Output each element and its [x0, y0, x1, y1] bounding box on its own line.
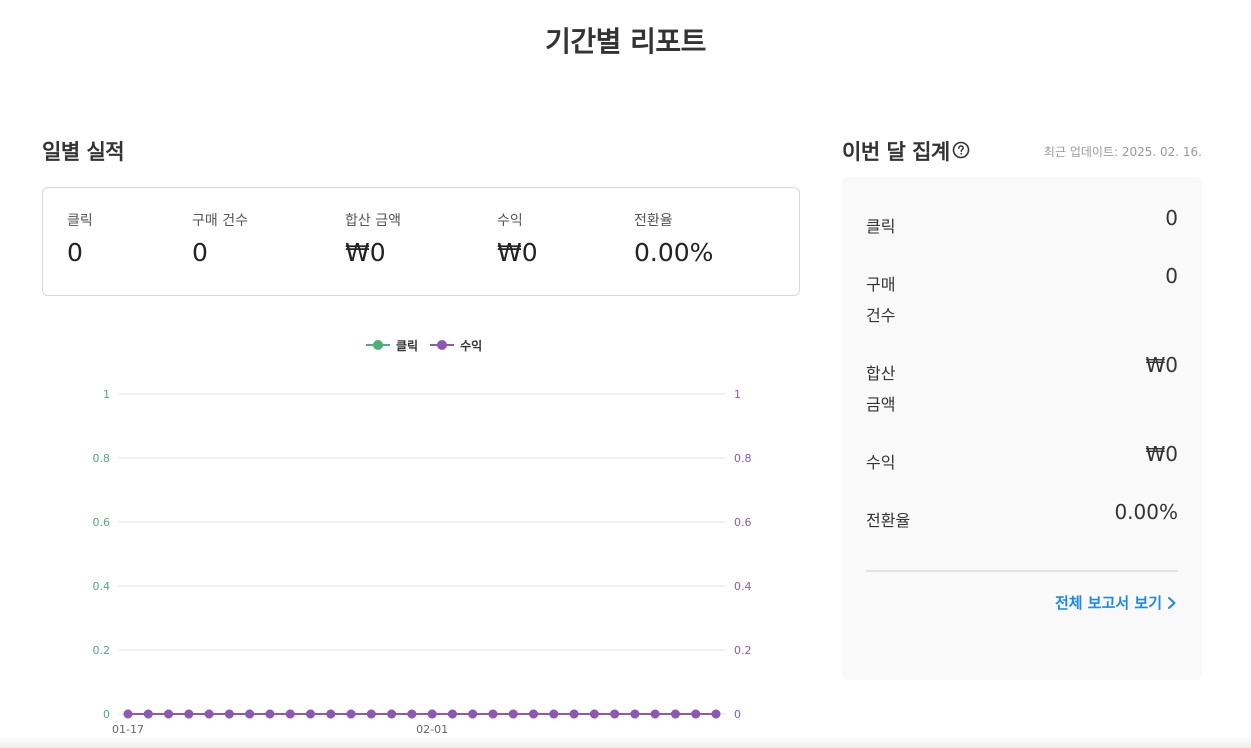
data-point-revenue [305, 709, 315, 719]
full-report-label: 전체 보고서 보기 [1054, 594, 1162, 612]
metric-conversion-rate: 전환율 0.00% [634, 210, 713, 267]
y-tick-label-right: 0.2 [734, 644, 752, 657]
page-title: 기간별 리포트 [545, 25, 706, 58]
metric-label: 클릭 [67, 213, 93, 229]
data-point-revenue [285, 709, 295, 719]
data-point-revenue [245, 709, 255, 719]
metric-revenue: 수익 ₩0 [497, 210, 538, 267]
metric-total-amount: 합산 금액 ₩0 [345, 210, 401, 267]
data-point-revenue [529, 709, 539, 719]
legend-item-revenue[interactable]: 수익 [430, 337, 482, 354]
legend-marker-clicks [366, 340, 390, 350]
summary-value: 0 [1165, 206, 1178, 230]
metric-clicks: 클릭 0 [67, 210, 93, 267]
data-point-revenue [670, 709, 680, 719]
data-point-revenue [123, 709, 133, 719]
data-point-revenue [184, 709, 194, 719]
legend-item-clicks[interactable]: 클릭 [366, 337, 418, 354]
metric-value: ₩0 [345, 238, 386, 267]
legend-label-revenue: 수익 [460, 338, 483, 353]
data-point-revenue [468, 709, 478, 719]
summary-label: 클릭 [866, 217, 896, 236]
monthly-summary-panel: 클릭 0 구매 건수 0 합산 금액 ₩0 수익 ₩0 전환율 0.00% 전체… [842, 177, 1202, 680]
data-point-revenue [366, 709, 376, 719]
data-point-revenue [204, 709, 214, 719]
data-point-revenue [488, 709, 498, 719]
metric-label: 합산 금액 [345, 213, 401, 229]
data-point-revenue [326, 709, 336, 719]
summary-value: 0.00% [1114, 500, 1178, 524]
data-point-revenue [549, 709, 559, 719]
y-tick-label-left: 0.8 [93, 452, 111, 465]
report-page: 기간별 리포트 일별 실적 클릭 0 구매 건수 0 합산 금액 ₩0 수익 ₩… [0, 0, 1251, 748]
last-updated-text: 최근 업데이트: 2025. 02. 16. [1043, 145, 1202, 159]
data-point-revenue [346, 709, 356, 719]
y-tick-label-left: 0.6 [93, 516, 111, 529]
summary-value: 0 [1165, 264, 1178, 288]
legend-marker-revenue [430, 340, 455, 350]
x-tick-label: 02-01 [416, 723, 448, 736]
y-tick-label-right: 1 [734, 388, 741, 401]
summary-value: ₩0 [1145, 442, 1179, 466]
data-point-revenue [650, 709, 660, 719]
summary-label: 전환율 [866, 511, 911, 530]
data-point-revenue [143, 709, 153, 719]
y-tick-label-left: 0.2 [93, 644, 111, 657]
metric-label: 구매 건수 [192, 213, 248, 229]
y-tick-label-left: 0 [103, 708, 110, 721]
data-point-revenue [164, 709, 174, 719]
metric-value: 0 [67, 238, 83, 267]
data-point-revenue [691, 709, 701, 719]
metric-purchases: 구매 건수 0 [192, 210, 248, 267]
y-tick-label-left: 0.4 [93, 580, 111, 593]
data-point-revenue [407, 709, 417, 719]
y-tick-label-right: 0.8 [734, 452, 752, 465]
summary-label: 합산 금액 [866, 364, 896, 414]
question-circle-icon[interactable] [952, 141, 970, 159]
data-point-revenue [569, 709, 579, 719]
y-tick-label-right: 0 [734, 708, 741, 721]
summary-divider [866, 570, 1178, 572]
data-point-revenue [265, 709, 275, 719]
data-point-revenue [427, 709, 437, 719]
daily-line-chart: 0 0 0.2 0.2 0.4 0.4 0.6 0.6 0.8 0.8 1 1 01-17 02-01 [93, 388, 752, 736]
chevron-right-icon [1168, 596, 1176, 609]
data-point-revenue [224, 709, 234, 719]
data-point-revenue [387, 709, 397, 719]
y-tick-label-left: 1 [103, 388, 110, 401]
y-tick-label-right: 0.6 [734, 516, 752, 529]
bottom-fade [0, 736, 1251, 748]
data-point-revenue [630, 709, 640, 719]
x-tick-label: 01-17 [112, 723, 144, 736]
legend-label-clicks: 클릭 [396, 338, 419, 353]
data-point-revenue [508, 709, 518, 719]
data-point-revenue [589, 709, 599, 719]
summary-label: 수익 [866, 453, 896, 472]
summary-value: ₩0 [1145, 353, 1179, 377]
y-tick-label-right: 0.4 [734, 580, 752, 593]
daily-section-title: 일별 실적 [42, 140, 125, 164]
metric-label: 전환율 [634, 213, 673, 229]
data-point-revenue [447, 709, 457, 719]
summary-label: 구매 건수 [866, 275, 896, 325]
daily-metrics-box: 클릭 0 구매 건수 0 합산 금액 ₩0 수익 ₩0 전환율 0.00% [42, 187, 800, 296]
metric-value: 0 [192, 238, 208, 267]
full-report-link[interactable]: 전체 보고서 보기 [1055, 592, 1178, 613]
metric-value: 0.00% [634, 238, 714, 267]
data-point-revenue [610, 709, 620, 719]
metric-label: 수익 [497, 213, 523, 229]
chart-legend: 클릭 수익 [366, 335, 482, 355]
metric-value: ₩0 [497, 238, 538, 267]
monthly-section-title: 이번 달 집계 [842, 140, 950, 164]
data-point-revenue [711, 709, 721, 719]
